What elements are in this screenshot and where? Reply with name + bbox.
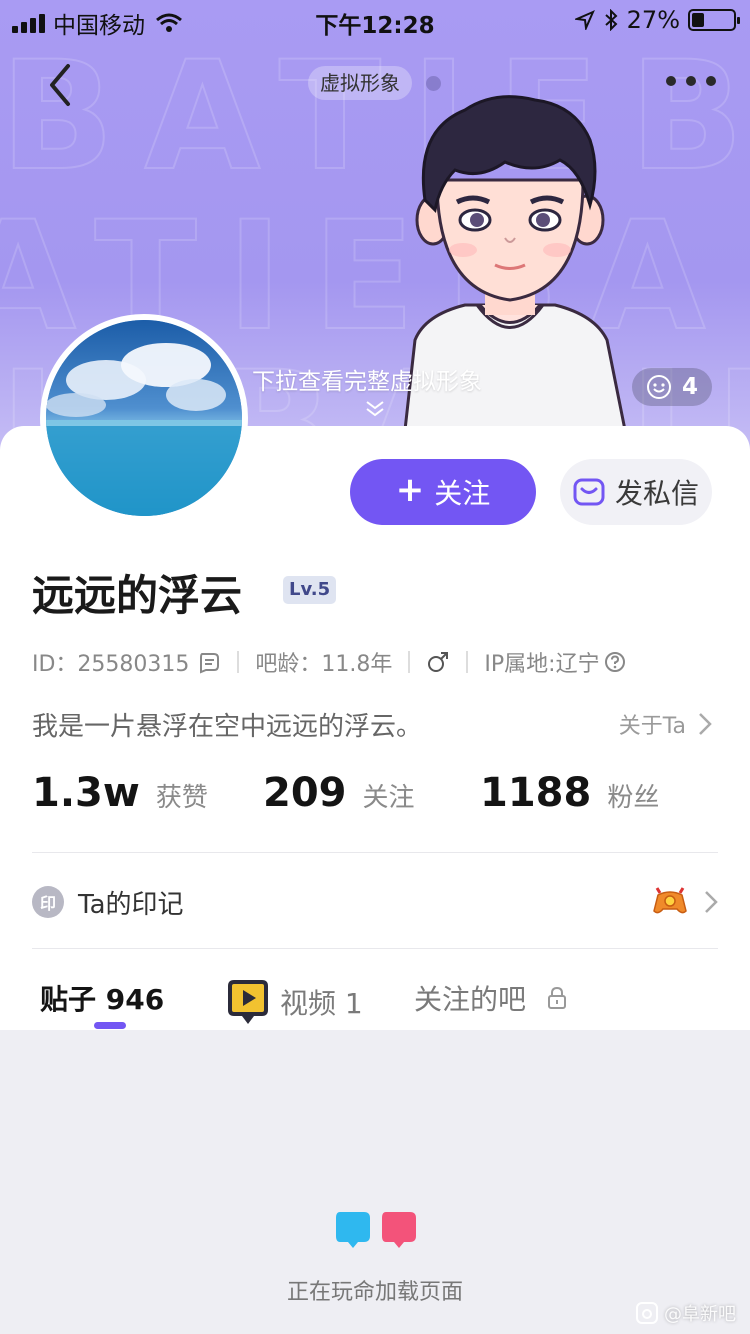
tab-posts[interactable]: 贴子 946 bbox=[40, 978, 164, 1018]
stat-value: 1.3w bbox=[32, 770, 140, 816]
stat-label: 粉丝 bbox=[607, 783, 660, 813]
message-label: 发私信 bbox=[614, 477, 699, 510]
virtual-avatar[interactable] bbox=[385, 90, 635, 450]
like-count: 4 bbox=[681, 374, 698, 400]
divider bbox=[466, 651, 469, 673]
divider bbox=[237, 651, 240, 673]
bluetooth-icon bbox=[604, 9, 618, 31]
copy-icon[interactable] bbox=[197, 650, 221, 674]
stat-value: 1188 bbox=[480, 770, 592, 816]
message-button[interactable]: 发私信 bbox=[560, 459, 712, 525]
level-badge[interactable]: Lv.5 bbox=[283, 576, 337, 604]
ip-location: IP属地:辽宁 bbox=[484, 652, 600, 677]
tab-label: 贴子 946 bbox=[40, 983, 165, 1016]
user-id: ID：25580315 bbox=[32, 652, 190, 677]
video-icon bbox=[228, 980, 268, 1024]
stat-label: 关注 bbox=[362, 783, 415, 813]
help-icon[interactable] bbox=[604, 651, 626, 673]
imprint-title: Ta的印记 bbox=[78, 889, 184, 920]
plus-icon: + bbox=[395, 470, 425, 510]
game-badge-icon bbox=[653, 887, 687, 914]
avatar-image bbox=[46, 320, 242, 516]
content-tabs: 贴子 946 视频 1 关注的吧 bbox=[32, 968, 718, 1030]
chevron-right-icon bbox=[705, 891, 718, 913]
stat-likes[interactable]: 1.3w 获赞 bbox=[32, 770, 208, 816]
avatar[interactable] bbox=[40, 314, 248, 522]
smile-icon bbox=[646, 375, 671, 399]
stat-value: 209 bbox=[263, 770, 347, 816]
stat-label: 获赞 bbox=[155, 783, 208, 813]
stats-row: 1.3w 获赞 209 关注 1188 粉丝 bbox=[32, 770, 722, 826]
more-button[interactable] bbox=[666, 66, 716, 96]
stat-fans[interactable]: 1188 粉丝 bbox=[480, 770, 659, 816]
location-arrow-icon bbox=[574, 10, 595, 30]
watermark: @阜新吧 bbox=[636, 1300, 736, 1326]
battery-icon bbox=[688, 9, 740, 31]
status-bar: 中国移动 下午12:28 27% bbox=[0, 0, 750, 40]
about-link[interactable]: 关于Ta bbox=[619, 708, 712, 740]
imprint-seal-icon: 印 bbox=[32, 886, 64, 918]
avatar-like-button[interactable]: 4 bbox=[632, 368, 712, 406]
dot-icon bbox=[686, 76, 696, 86]
virtual-avatar-tag[interactable]: 虚拟形象 bbox=[308, 66, 412, 100]
tab-indicator bbox=[94, 1022, 126, 1029]
dot-icon bbox=[666, 76, 676, 86]
tab-label: 关注的吧 bbox=[414, 983, 527, 1016]
dot-icon bbox=[706, 76, 716, 86]
username: 远远的浮云 bbox=[32, 571, 243, 620]
lock-icon bbox=[548, 986, 567, 1009]
male-icon bbox=[428, 652, 449, 672]
divider bbox=[32, 852, 718, 853]
chevron-right-icon bbox=[699, 713, 712, 735]
virtual-avatar-dot bbox=[426, 76, 441, 91]
stat-following[interactable]: 209 关注 bbox=[263, 770, 415, 816]
tab-followed-bars[interactable]: 关注的吧 bbox=[414, 978, 568, 1018]
imprint-row[interactable]: 印 Ta的印记 bbox=[32, 880, 718, 924]
loading-icon bbox=[336, 1212, 416, 1248]
content-area: 正在玩命加载页面 @阜新吧 bbox=[0, 1030, 750, 1334]
profile-meta: ID：25580315 吧龄：11.8年 IP属地:辽宁 bbox=[32, 644, 722, 680]
divider bbox=[408, 651, 411, 673]
bar-age: 吧龄：11.8年 bbox=[255, 652, 393, 677]
weibo-logo-icon bbox=[636, 1302, 658, 1324]
banner-pattern: BATIEBATI bbox=[0, 29, 750, 205]
divider bbox=[32, 948, 718, 949]
tab-videos[interactable]: 视频 1 bbox=[226, 978, 363, 1026]
battery-percent: 27% bbox=[626, 6, 680, 34]
mail-icon bbox=[573, 478, 605, 506]
tab-label: 视频 1 bbox=[280, 987, 363, 1020]
double-chevron-down-icon bbox=[366, 401, 384, 417]
watermark-text: @阜新吧 bbox=[664, 1304, 736, 1325]
bio: 我是一片悬浮在空中远远的浮云。 bbox=[32, 712, 423, 742]
pull-hint: 下拉查看完整虚拟形象 bbox=[252, 369, 482, 395]
follow-button[interactable]: + 关注 bbox=[350, 459, 536, 525]
about-label: 关于Ta bbox=[618, 714, 686, 739]
follow-label: 关注 bbox=[434, 477, 491, 510]
back-button[interactable] bbox=[40, 60, 80, 110]
